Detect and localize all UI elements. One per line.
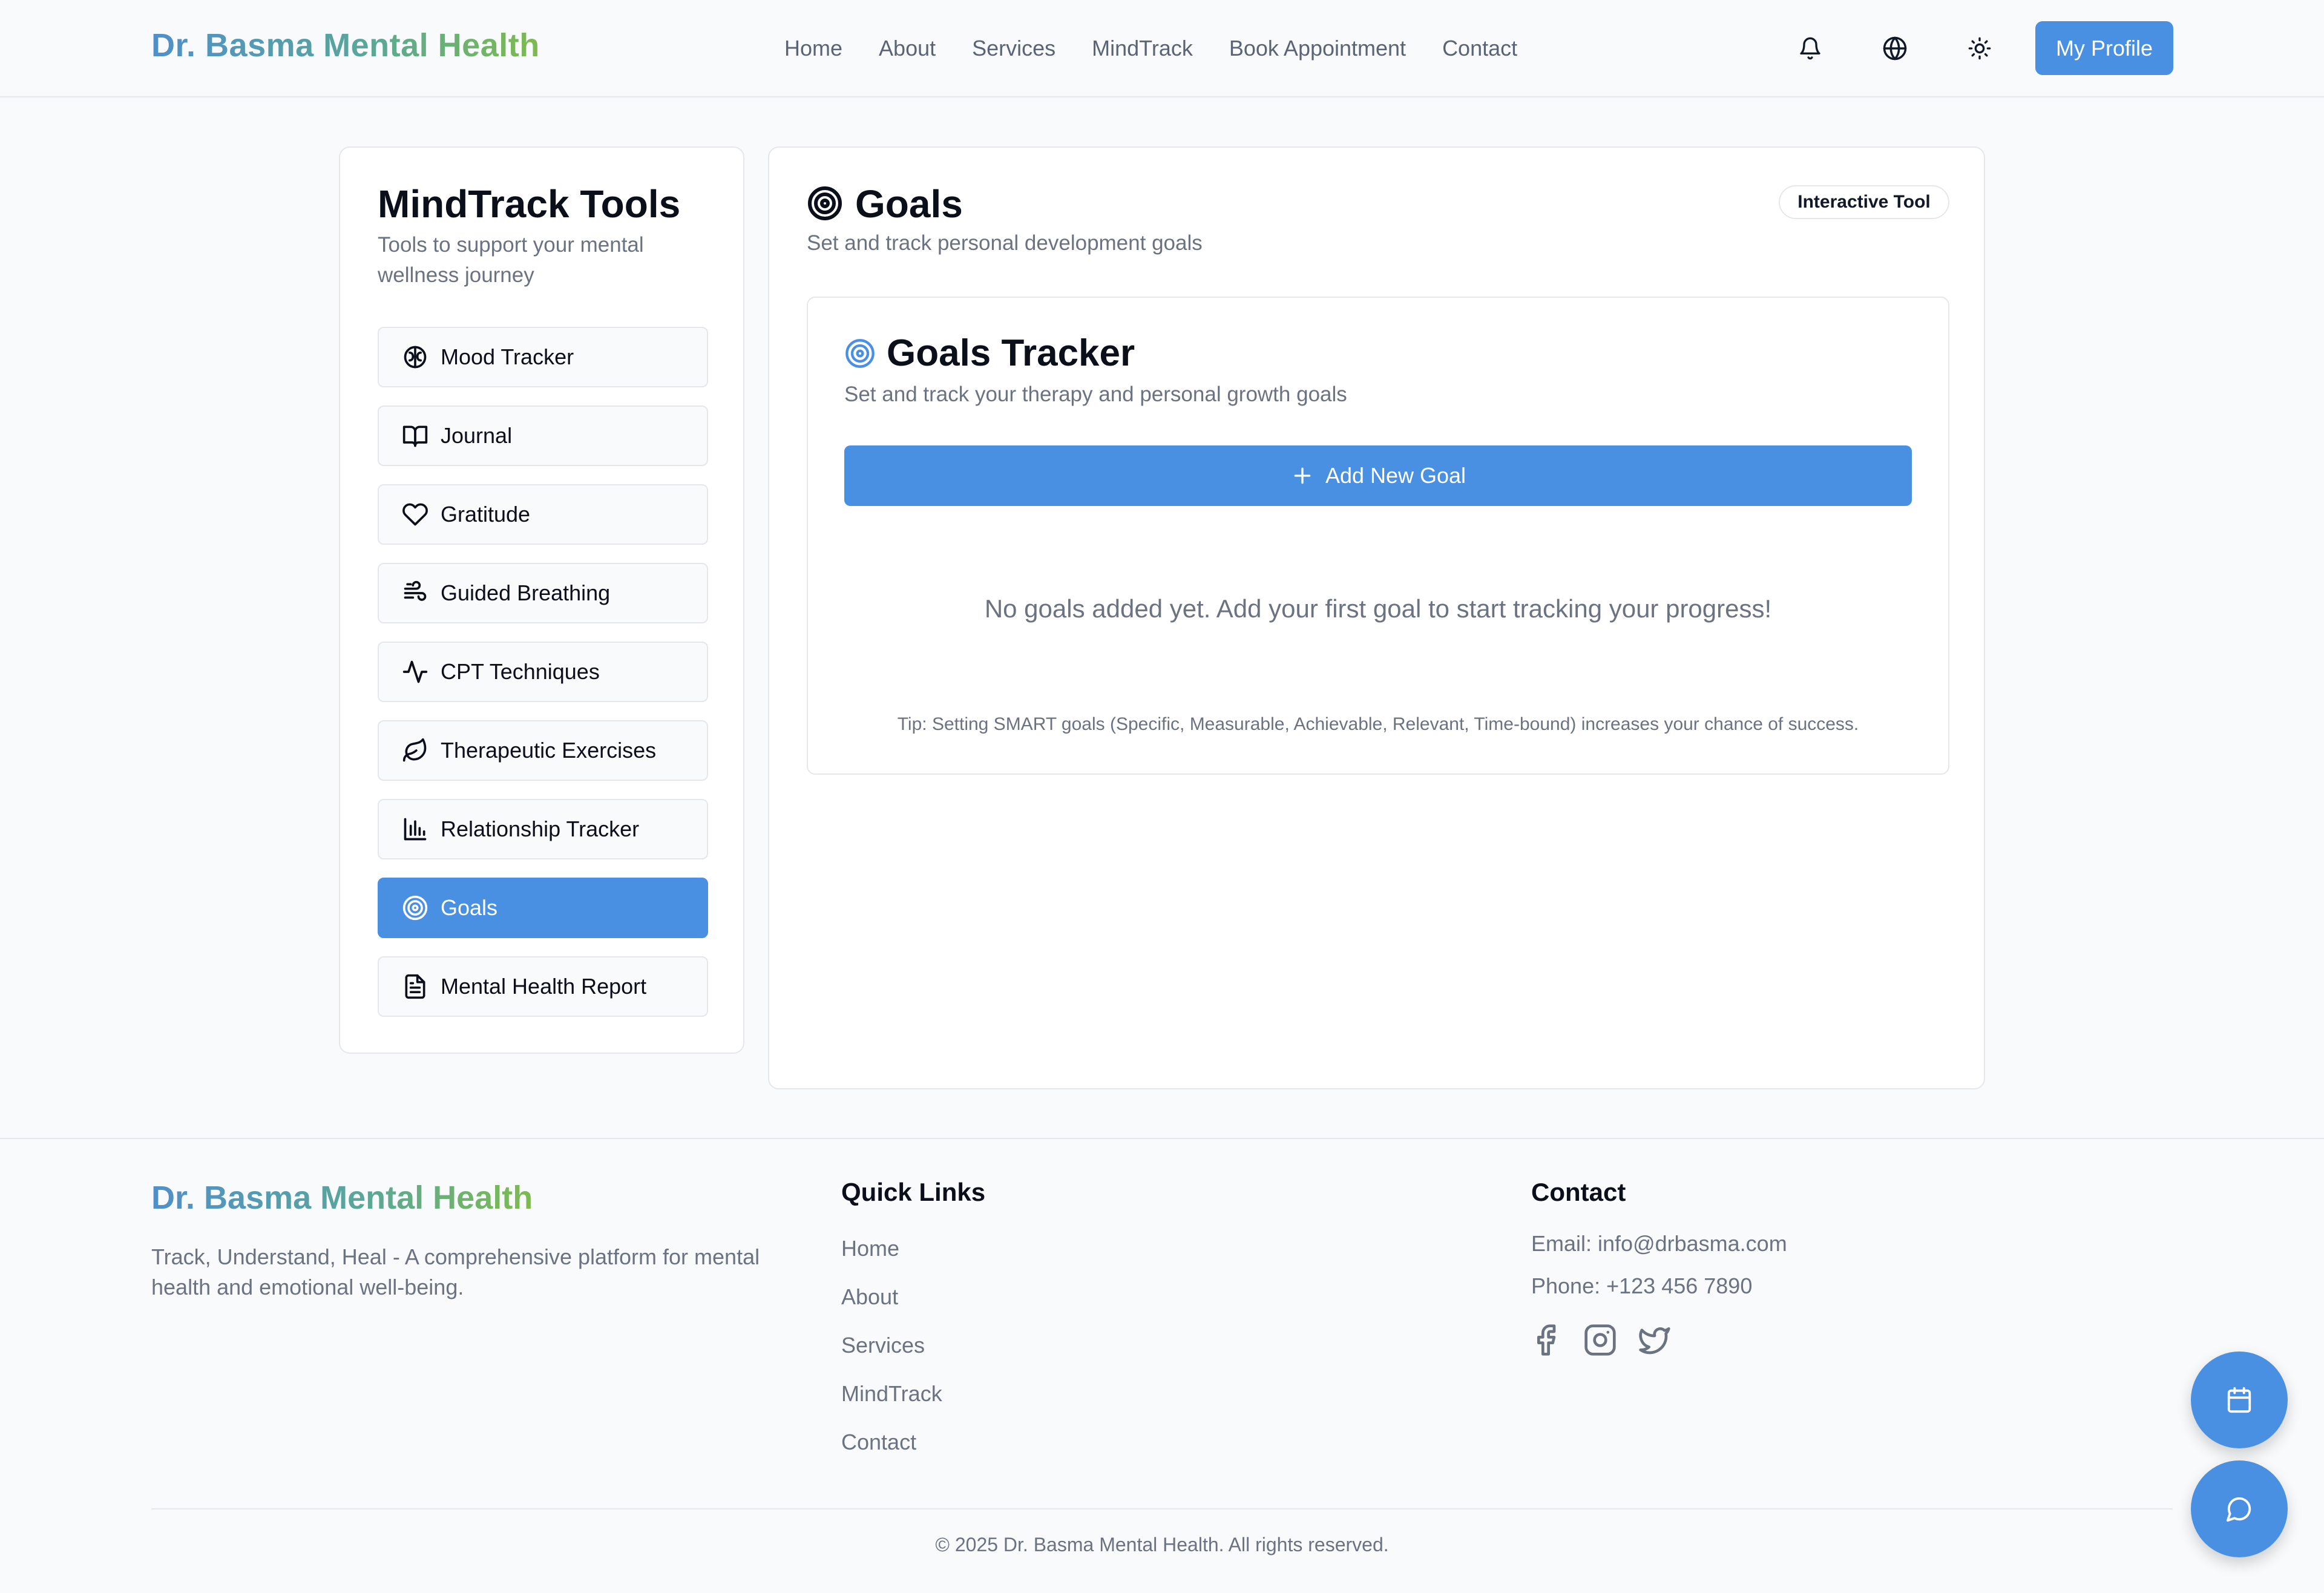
footer-link-services[interactable]: Services [841,1333,925,1358]
quick-links-heading: Quick Links [841,1178,986,1206]
my-profile-button[interactable]: My Profile [2035,21,2173,75]
nav-book-appointment[interactable]: Book Appointment [1229,35,1406,62]
tool-mental-health-report[interactable]: Mental Health Report [378,956,708,1017]
activity-icon [402,660,428,683]
smart-goals-tip: Tip: Setting SMART goals (Specific, Meas… [897,714,1859,734]
tool-label: Mental Health Report [441,974,647,999]
contact-heading: Contact [1531,1178,1626,1206]
tool-relationship-tracker[interactable]: Relationship Tracker [378,799,708,859]
brand-logo[interactable]: Dr. Basma Mental Health [151,27,540,64]
book-icon [402,425,428,447]
contact-phone[interactable]: Phone: +123 456 7890 [1531,1273,1752,1299]
chat-fab[interactable] [2191,1460,2288,1557]
heart-icon [402,503,428,526]
plus-icon [1294,467,1311,484]
tool-label: Journal [441,423,513,448]
main-nav: Home About Services MindTrack Book Appoi… [784,35,1554,62]
target-icon [808,186,842,220]
tool-therapeutic-exercises[interactable]: Therapeutic Exercises [378,720,708,781]
file-text-icon [405,974,425,999]
tool-mood-tracker[interactable]: Mood Tracker [378,327,708,387]
chat-icon [2226,1497,2251,1522]
page-subtitle: Set and track personal development goals [807,231,1203,255]
tool-label: CPT Techniques [441,659,600,684]
goals-panel: Goals Set and track personal development… [768,146,1985,1089]
tool-label: Goals [441,895,498,920]
tool-guided-breathing[interactable]: Guided Breathing [378,563,708,623]
footer-link-about[interactable]: About [841,1284,898,1310]
footer-link-contact[interactable]: Contact [841,1430,916,1455]
leaf-icon [402,738,427,762]
nav-home[interactable]: Home [784,35,842,62]
tool-goals[interactable]: Goals [378,878,708,938]
target-icon [845,339,875,368]
tracker-title: Goals Tracker [887,332,1135,374]
nav-mindtrack[interactable]: MindTrack [1092,35,1193,62]
tool-label: Therapeutic Exercises [441,738,657,763]
footer-link-home[interactable]: Home [841,1236,899,1261]
interactive-tool-badge: Interactive Tool [1779,185,1949,219]
footer-description: Track, Understand, Heal - A comprehensiv… [151,1244,760,1299]
add-new-goal-button[interactable]: Add New Goal [844,445,1912,506]
facebook-icon[interactable] [1529,1323,1563,1357]
empty-state-message: No goals added yet. Add your first goal … [984,594,1772,623]
tool-journal[interactable]: Journal [378,406,708,466]
sidebar-subtitle: Tools to support your mental wellness jo… [378,233,644,287]
copyright-text: © 2025 Dr. Basma Mental Health. All righ… [935,1534,1389,1555]
tracker-subtitle: Set and track your therapy and personal … [844,383,1347,406]
sidebar-title: MindTrack Tools [378,182,681,226]
tool-cpt-techniques[interactable]: CPT Techniques [378,642,708,702]
contact-email[interactable]: Email: info@drbasma.com [1531,1231,1787,1256]
calendar-icon [2227,1387,2251,1413]
page-title: Goals [855,182,963,226]
tool-gratitude[interactable]: Gratitude [378,484,708,545]
bell-icon[interactable] [1793,31,1827,65]
target-icon [402,895,428,921]
wind-icon [404,580,427,601]
tool-label: Gratitude [441,502,531,527]
sun-icon[interactable] [1963,31,1997,65]
tool-label: Guided Breathing [441,580,611,605]
site-header: Dr. Basma Mental Health Home About Servi… [0,0,2324,97]
instagram-icon[interactable] [1583,1323,1617,1357]
brain-icon [404,346,427,369]
nav-contact[interactable]: Contact [1442,35,1517,62]
footer-divider [151,1508,2173,1509]
twitter-icon[interactable] [1638,1323,1672,1357]
nav-services[interactable]: Services [972,35,1055,62]
tool-label: Relationship Tracker [441,816,640,841]
site-footer: Dr. Basma Mental Health Track, Understan… [0,1138,2324,1593]
add-goal-label: Add New Goal [1325,463,1466,488]
tool-label: Mood Tracker [441,344,574,369]
globe-icon[interactable] [1878,31,1912,65]
footer-link-mindtrack[interactable]: MindTrack [841,1381,942,1407]
book-appointment-fab[interactable] [2191,1352,2288,1448]
mindtrack-tools-panel: MindTrack Tools Tools to support your me… [339,146,744,1054]
nav-about[interactable]: About [879,35,936,62]
footer-brand: Dr. Basma Mental Health [151,1180,533,1216]
bar-chart-icon [404,818,427,841]
goals-tracker-card: Goals Tracker Set and track your therapy… [807,297,1949,775]
